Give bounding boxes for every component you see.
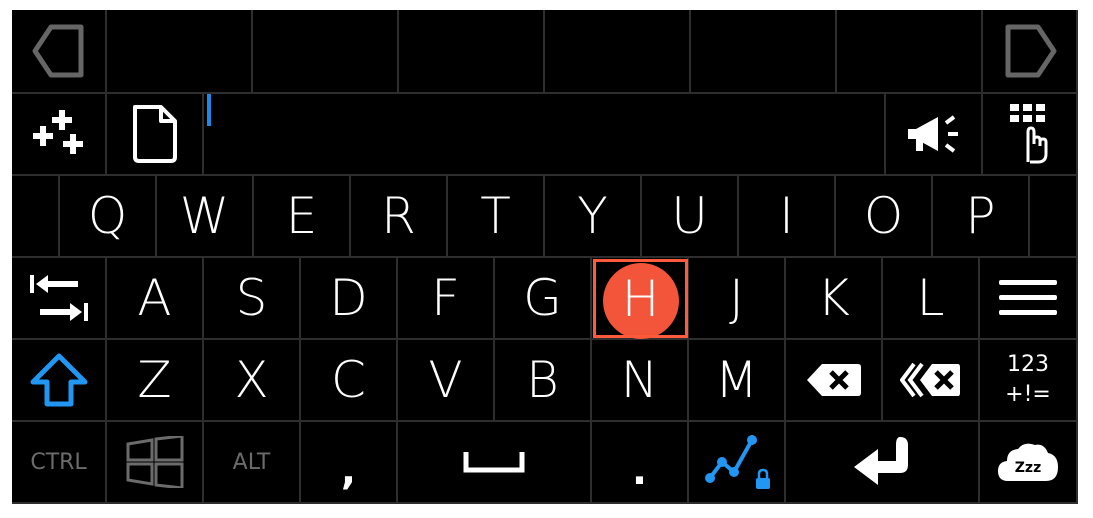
key-v[interactable]: V — [398, 340, 495, 422]
text-input[interactable] — [204, 94, 886, 176]
lock-icon — [755, 468, 770, 489]
key-w[interactable]: W — [157, 176, 254, 258]
key-y[interactable]: Y — [545, 176, 642, 258]
key-k[interactable]: K — [786, 258, 883, 340]
next-suggestion-button[interactable] — [983, 10, 1078, 94]
period-key[interactable]: . — [592, 422, 689, 504]
key-q[interactable]: Q — [60, 176, 157, 258]
windows-icon — [126, 436, 183, 488]
key-p[interactable]: P — [933, 176, 1030, 258]
analytics-button[interactable] — [689, 422, 786, 504]
trend-chart-icon — [704, 435, 770, 489]
symbols-line-1: 123 — [1007, 352, 1049, 377]
key-e[interactable]: E — [254, 176, 351, 258]
enter-key[interactable] — [786, 422, 980, 504]
svg-text:Zzz: Zzz — [1015, 460, 1041, 476]
key-x[interactable]: X — [204, 340, 301, 422]
key-d[interactable]: D — [301, 258, 398, 340]
key-n[interactable]: N — [592, 340, 689, 422]
delete-word-icon — [899, 362, 960, 398]
suggestion-slot-4[interactable] — [545, 10, 691, 94]
alt-key[interactable]: ALT — [204, 422, 301, 504]
key-t[interactable]: T — [448, 176, 545, 258]
delete-word-button[interactable] — [883, 340, 980, 422]
menu-button[interactable] — [980, 258, 1078, 340]
key-i[interactable]: I — [739, 176, 836, 258]
arrow-right-icon — [1005, 24, 1056, 78]
keypad-icon — [1009, 104, 1047, 164]
document-icon — [132, 105, 177, 163]
key-z[interactable]: Z — [107, 340, 204, 422]
suggestion-slot-2[interactable] — [253, 10, 399, 94]
key-a[interactable]: A — [107, 258, 204, 340]
key-r[interactable]: R — [351, 176, 448, 258]
switch-layout-button[interactable] — [12, 258, 107, 340]
sleep-button[interactable]: Zzz — [980, 422, 1078, 504]
row-spacer-right — [1030, 176, 1078, 258]
shift-icon — [30, 353, 87, 407]
key-m[interactable]: M — [689, 340, 786, 422]
key-h-label: H — [621, 269, 660, 328]
space-key[interactable] — [398, 422, 592, 504]
symbols-button[interactable]: 123 +!= — [980, 340, 1078, 422]
document-button[interactable] — [107, 94, 204, 176]
switch-arrows-icon — [29, 275, 88, 321]
speak-button[interactable] — [886, 94, 983, 176]
ctrl-key[interactable]: CTRL — [12, 422, 107, 504]
row-spacer-left — [12, 176, 60, 258]
key-j[interactable]: J — [689, 258, 786, 340]
prev-suggestion-button[interactable] — [12, 10, 107, 94]
text-cursor — [207, 94, 211, 126]
backspace-icon — [806, 364, 861, 396]
period-label: . — [631, 448, 648, 494]
key-u[interactable]: U — [642, 176, 739, 258]
suggestion-slot-6[interactable] — [837, 10, 983, 94]
sleep-cloud-icon: Zzz — [998, 443, 1058, 481]
space-icon — [463, 452, 525, 473]
keypad-button[interactable] — [983, 94, 1078, 176]
comma-label: , — [340, 448, 357, 494]
key-f[interactable]: F — [398, 258, 495, 340]
suggestion-slot-3[interactable] — [399, 10, 545, 94]
keyboard: Q W E R T Y U I O P A S D F G J K L Z X … — [12, 10, 1078, 504]
key-b[interactable]: B — [495, 340, 592, 422]
comma-key[interactable]: , — [301, 422, 398, 504]
megaphone-icon — [907, 115, 958, 153]
key-s[interactable]: S — [204, 258, 301, 340]
enter-icon — [854, 437, 908, 485]
key-c[interactable]: C — [301, 340, 398, 422]
symbols-line-2: +!= — [1005, 382, 1051, 407]
key-l[interactable]: L — [883, 258, 980, 340]
key-o[interactable]: O — [836, 176, 933, 258]
arrow-left-icon — [32, 24, 83, 78]
backspace-button[interactable] — [786, 340, 883, 422]
shortcuts-button[interactable] — [12, 94, 107, 176]
shift-button[interactable] — [12, 340, 107, 422]
suggestion-slot-1[interactable] — [107, 10, 253, 94]
suggestion-slot-5[interactable] — [691, 10, 837, 94]
menu-icon — [999, 280, 1057, 315]
add-shortcuts-icon — [32, 110, 83, 154]
key-g[interactable]: G — [495, 258, 592, 340]
windows-key[interactable] — [107, 422, 204, 504]
